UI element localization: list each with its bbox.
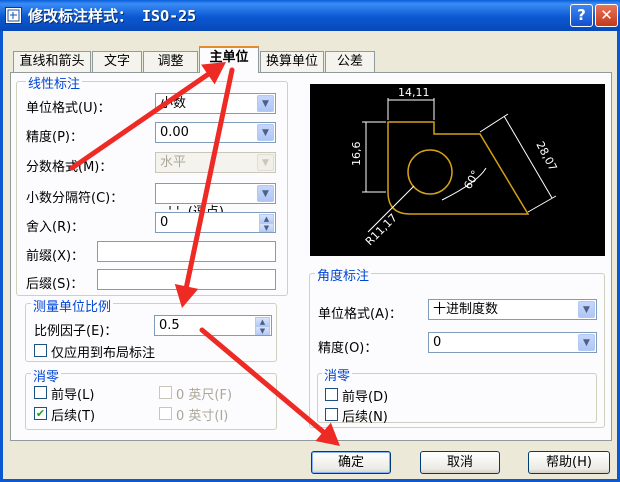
linear-dimensions-title: 线性标注 <box>26 73 83 92</box>
suffix-label: 后缀(S)： <box>26 277 84 292</box>
tab-primary-units[interactable]: 主单位 <box>199 46 259 73</box>
unit-format-value: 小数 <box>160 96 187 111</box>
fraction-format-value: 水平 <box>160 155 187 170</box>
chevron-down-icon[interactable]: ▼ <box>257 95 274 112</box>
angular-dimensions-title: 角度标注 <box>315 265 372 284</box>
inches-checkbox <box>159 407 172 420</box>
suffix-input[interactable] <box>97 269 276 290</box>
chevron-down-icon: ▼ <box>257 154 274 171</box>
fraction-format-select: 水平 ▼ <box>155 152 276 173</box>
feet-checkbox <box>159 386 172 399</box>
chevron-down-icon[interactable]: ▼ <box>578 301 595 318</box>
angular-precision-label: 精度(O)： <box>318 341 378 356</box>
fraction-format-label: 分数格式(M)： <box>26 160 113 175</box>
angular-unit-format-select[interactable]: 十进制度数 ▼ <box>428 299 597 320</box>
prefix-input[interactable] <box>97 241 276 262</box>
spin-down-icon[interactable]: ▼ <box>255 326 270 335</box>
angular-leading-checkbox[interactable] <box>325 388 338 401</box>
leading-checkbox[interactable] <box>34 386 47 399</box>
angular-precision-value: 0 <box>433 335 442 350</box>
angular-trailing-checkbox[interactable] <box>325 408 338 421</box>
angular-leading-label: 前导(D) <box>342 390 389 405</box>
dimension-preview: 14,11 16,6 28,07 60° R11,17 <box>310 84 605 256</box>
precision-select[interactable]: 0.00 ▼ <box>155 122 276 143</box>
checkmark-icon: ✔ <box>35 407 46 420</box>
tab-tolerances[interactable]: 公差 <box>325 51 375 72</box>
decimal-separator-select[interactable]: ',' (逗点) ▼ <box>155 183 276 220</box>
zero-suppression-title: 消零 <box>31 366 62 385</box>
app-icon <box>5 7 22 24</box>
tab-fit[interactable]: 调整 <box>143 51 198 72</box>
tab-text[interactable]: 文字 <box>92 51 142 72</box>
measurement-scale-title: 测量单位比例 <box>31 296 114 315</box>
feet-label: 0 英尺(F) <box>176 388 233 403</box>
chevron-down-icon[interactable]: ▼ <box>578 334 595 351</box>
angular-unit-format-value: 十进制度数 <box>433 302 499 317</box>
layout-only-checkbox[interactable] <box>34 344 47 357</box>
trailing-checkbox[interactable]: ✔ <box>34 407 47 420</box>
unit-format-label: 单位格式(U)： <box>26 101 111 116</box>
angular-unit-format-label: 单位格式(A)： <box>318 307 403 322</box>
spin-up-icon[interactable]: ▲ <box>259 214 274 223</box>
chevron-down-icon[interactable]: ▼ <box>257 185 274 202</box>
ok-button[interactable]: 确定 <box>311 451 391 474</box>
trailing-label: 后续(T) <box>51 409 96 424</box>
unit-format-select[interactable]: 小数 ▼ <box>155 93 276 114</box>
cancel-button[interactable]: 取消 <box>420 451 500 474</box>
chevron-down-icon[interactable]: ▼ <box>257 124 274 141</box>
angular-zero-suppression-title: 消零 <box>322 365 353 384</box>
help-title-button[interactable]: ? <box>570 4 593 27</box>
round-off-value: 0 <box>160 215 169 230</box>
decimal-separator-label: 小数分隔符(C)： <box>26 191 124 206</box>
spin-down-icon[interactable]: ▼ <box>259 223 274 232</box>
layout-only-label: 仅应用到布局标注 <box>51 346 156 361</box>
tab-lines-arrows[interactable]: 直线和箭头 <box>13 51 91 72</box>
inches-label: 0 英寸(I) <box>176 409 229 424</box>
round-off-label: 舍入(R)： <box>26 220 85 235</box>
preview-dim-height: 16,6 <box>350 142 363 167</box>
angular-precision-select[interactable]: 0 ▼ <box>428 332 597 353</box>
tab-alternate-units[interactable]: 换算单位 <box>260 51 324 72</box>
window-title: 修改标注样式： ISO-25 <box>28 7 197 25</box>
scale-factor-stepper[interactable]: 0.5 ▲ ▼ <box>154 315 272 336</box>
angular-trailing-label: 后续(N) <box>342 410 388 425</box>
prefix-label: 前缀(X)： <box>26 249 85 264</box>
leading-label: 前导(L) <box>51 388 95 403</box>
scale-factor-label: 比例因子(E)： <box>34 324 118 339</box>
spin-up-icon[interactable]: ▲ <box>255 317 270 326</box>
preview-geometry <box>387 121 530 215</box>
precision-label: 精度(P)： <box>26 130 83 145</box>
preview-labels: 14,11 16,6 28,07 60° R11,17 <box>350 86 560 248</box>
scale-factor-value: 0.5 <box>159 318 180 333</box>
round-off-stepper[interactable]: 0 ▲ ▼ <box>155 212 276 233</box>
precision-value: 0.00 <box>160 125 189 140</box>
help-button[interactable]: 帮助(H) <box>528 451 610 474</box>
preview-dim-radius: R11,17 <box>363 211 400 248</box>
close-button[interactable]: ✕ <box>595 4 618 27</box>
preview-dim-width: 14,11 <box>398 86 430 99</box>
preview-dim-diagonal: 28,07 <box>533 139 559 173</box>
